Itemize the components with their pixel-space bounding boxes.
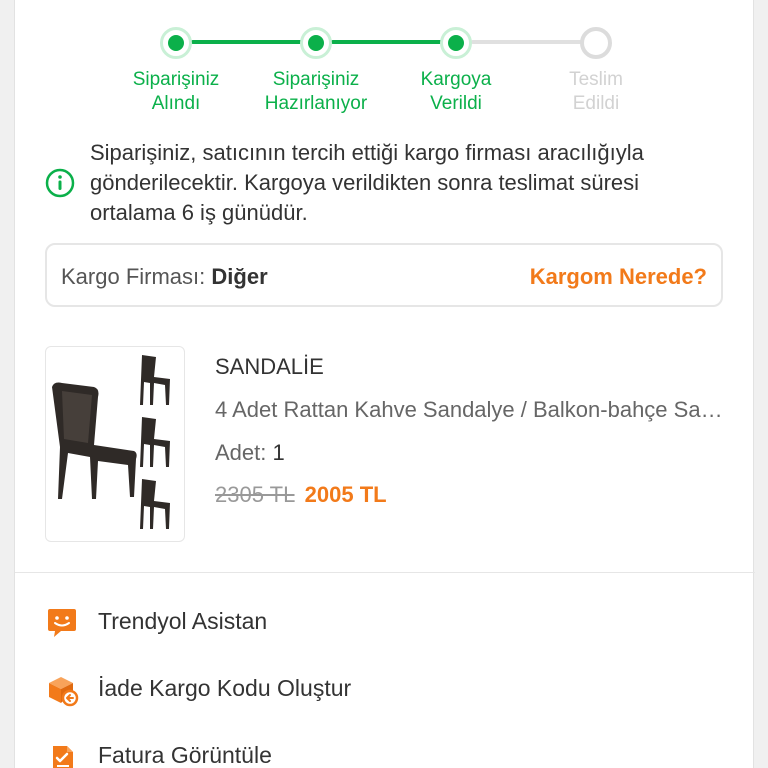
- product-name: 4 Adet Rattan Kahve Sandalye / Balkon-ba…: [215, 397, 725, 422]
- action-trendyol-assistant[interactable]: Trendyol Asistan: [45, 596, 735, 663]
- product-price: 2305 TL 2005 TL: [215, 482, 387, 508]
- step-dot-preparing: [300, 27, 332, 59]
- product-old-price: 2305 TL: [215, 482, 295, 507]
- step-label-shipped: Kargoya Verildi: [420, 69, 492, 114]
- product-thumbnail[interactable]: [45, 346, 185, 542]
- order-actions-list: Trendyol Asistan İade Kargo Kodu Oluştur: [45, 596, 735, 768]
- cargo-company-box: Kargo Firması: Diğer Kargom Nerede?: [45, 243, 723, 307]
- order-detail-card: Siparişiniz Alındı Siparişiniz Hazırlanı…: [14, 0, 755, 768]
- action-view-invoice[interactable]: Fatura Görüntüle: [45, 730, 735, 768]
- cargo-company-label-text: Kargo Firması:: [61, 264, 206, 289]
- action-view-invoice-label: Fatura Görüntüle: [98, 742, 272, 768]
- step-dot-delivered: [580, 27, 612, 59]
- chat-bubble-smile-icon: [45, 606, 79, 640]
- step-dot-received: [160, 27, 192, 59]
- product-quantity: Adet: 1: [215, 440, 285, 466]
- chair-image-icon: [52, 355, 170, 529]
- step-label-received: Siparişiniz Alındı: [132, 69, 220, 114]
- product-quantity-label: Adet:: [215, 440, 267, 465]
- product-new-price: 2005 TL: [304, 482, 387, 507]
- info-circle-icon: [45, 168, 75, 198]
- action-trendyol-assistant-label: Trendyol Asistan: [98, 608, 268, 634]
- product-item[interactable]: SANDALİE 4 Adet Rattan Kahve Sandalye / …: [45, 346, 735, 546]
- info-text: Siparişiniz, satıcının tercih ettiği kar…: [90, 140, 644, 225]
- order-status-stepper: Siparişiniz Alındı Siparişiniz Hazırlanı…: [15, 0, 755, 130]
- product-quantity-value: 1: [272, 440, 285, 465]
- shipping-info-note: Siparişiniz, satıcının tercih ettiği kar…: [45, 138, 735, 228]
- step-label-delivered: Teslim Edildi: [569, 69, 623, 114]
- step-dot-shipped: [440, 27, 472, 59]
- action-return-cargo-code-label: İade Kargo Kodu Oluştur: [98, 675, 352, 701]
- product-brand: SANDALİE: [215, 354, 324, 379]
- return-package-icon: [45, 673, 79, 707]
- section-divider: [15, 572, 755, 573]
- step-label-preparing: Siparişiniz Hazırlanıyor: [264, 69, 368, 114]
- invoice-icon: [45, 740, 79, 768]
- cargo-company-label: Kargo Firması: Diğer: [61, 264, 268, 290]
- where-is-my-cargo-link[interactable]: Kargom Nerede?: [530, 264, 707, 290]
- action-return-cargo-code[interactable]: İade Kargo Kodu Oluştur: [45, 663, 735, 730]
- cargo-company-value: Diğer: [211, 264, 268, 289]
